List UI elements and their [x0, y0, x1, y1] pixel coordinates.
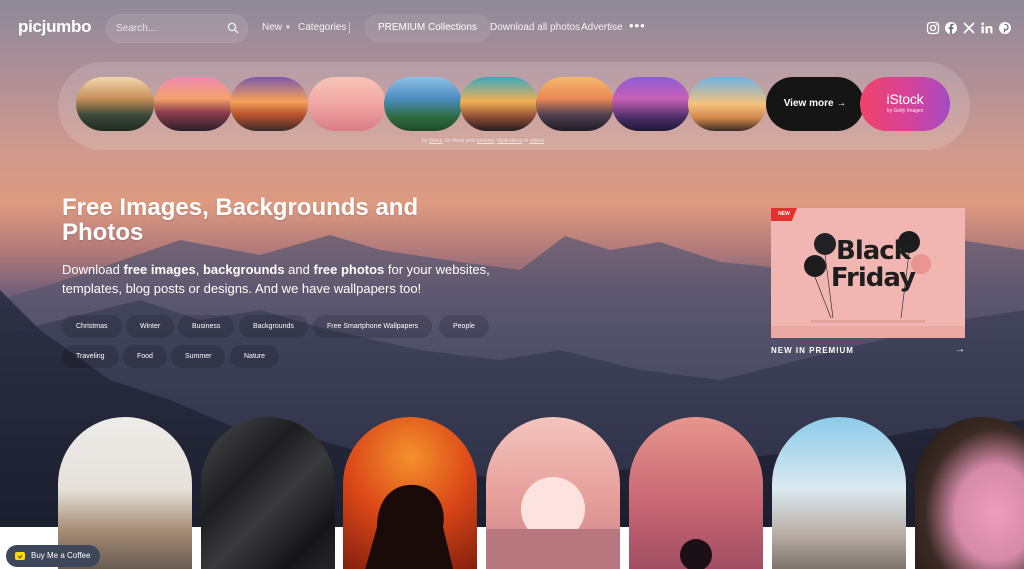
- coffee-cup-icon: [15, 552, 25, 560]
- nav-new-label: New: [262, 22, 283, 33]
- caret-down-icon: ▼: [285, 25, 291, 31]
- hero-desc-text: Download: [62, 262, 124, 277]
- credit-illustrations-link[interactable]: illustrations: [497, 138, 522, 144]
- collection-thumbnail[interactable]: [308, 77, 386, 131]
- collection-thumbnail[interactable]: [612, 77, 690, 131]
- credit-istock-link[interactable]: iStock: [429, 138, 443, 144]
- hero-description: Download free images, backgrounds and fr…: [62, 260, 522, 298]
- tag-nature[interactable]: Nature: [230, 345, 280, 368]
- gallery-photo-dark-abstract[interactable]: [201, 417, 335, 569]
- instagram-icon[interactable]: [926, 21, 940, 35]
- nav-premium-collections[interactable]: PREMIUM Collections: [364, 14, 491, 42]
- collection-thumbnail[interactable]: [230, 77, 308, 131]
- facebook-icon[interactable]: [944, 21, 958, 35]
- gallery-photo-airplane-window[interactable]: [915, 417, 1024, 569]
- hero-desc-text: and: [284, 262, 314, 277]
- collection-thumbnail[interactable]: [460, 77, 538, 131]
- arrow-right-icon[interactable]: →: [955, 344, 965, 355]
- tag-free-smartphone-wallpapers[interactable]: Free Smartphone Wallpapers: [313, 315, 433, 338]
- collection-thumbnail[interactable]: [154, 77, 232, 131]
- tag-food[interactable]: Food: [123, 345, 167, 368]
- site-logo[interactable]: picjumbo: [18, 17, 91, 37]
- search-icon[interactable]: [227, 22, 239, 34]
- search-bar[interactable]: [106, 14, 248, 43]
- portrait-shape: [680, 539, 712, 569]
- hero-title: Free Images, Backgrounds and Photos: [62, 194, 419, 246]
- collection-thumbnail[interactable]: [536, 77, 614, 131]
- tag-christmas[interactable]: Christmas: [62, 315, 122, 338]
- hero-desc-text: ,: [195, 262, 203, 277]
- tag-backgrounds[interactable]: Backgrounds: [239, 315, 308, 338]
- tag-winter[interactable]: Winter: [126, 315, 175, 338]
- more-horizontal-icon[interactable]: •••: [629, 18, 646, 33]
- gallery-photo-venice[interactable]: [772, 417, 906, 569]
- nav-new[interactable]: New ▼: [262, 22, 291, 33]
- istock-button[interactable]: iStock by Getty Images: [860, 77, 950, 131]
- istock-logo: iStock: [886, 91, 924, 107]
- gallery-photo-silhouette[interactable]: [343, 417, 477, 569]
- hero-desc-bold: free photos: [313, 262, 385, 277]
- credit-prefix: by: [422, 138, 429, 144]
- nav-divider: [349, 22, 350, 34]
- view-more-button[interactable]: View more →: [766, 77, 864, 131]
- collection-thumbnail[interactable]: [384, 77, 462, 131]
- buy-me-a-coffee-label: Buy Me a Coffee: [31, 551, 91, 560]
- sun-shape: [486, 477, 620, 569]
- tag-people[interactable]: People: [439, 315, 489, 338]
- istock-credit: by iStock, for those pros pictures, illu…: [422, 138, 544, 144]
- site-header: picjumbo New▼ Categories PREMIUM Collect…: [0, 0, 1024, 56]
- buy-me-a-coffee-button[interactable]: Buy Me a Coffee: [6, 545, 101, 567]
- pinterest-icon[interactable]: [998, 21, 1012, 35]
- credit-videos-link[interactable]: videos: [530, 138, 544, 144]
- premium-collections-strip: View more → iStock by Getty Images: [58, 62, 970, 150]
- collection-thumbnail[interactable]: [688, 77, 766, 131]
- collection-thumbnail[interactable]: [76, 77, 154, 131]
- istock-subtitle: by Getty Images: [886, 108, 924, 114]
- tag-summer[interactable]: Summer: [171, 345, 226, 368]
- tag-business[interactable]: Business: [178, 315, 235, 338]
- premium-card-image[interactable]: NEW Black Friday: [771, 208, 965, 338]
- nav-advertise[interactable]: Advertise: [581, 22, 623, 33]
- x-icon[interactable]: [962, 21, 976, 35]
- credit-middle: , for those pros: [442, 138, 478, 144]
- nav-download-all[interactable]: Download all photos: [490, 22, 580, 33]
- gallery-photo-pink-portrait[interactable]: [629, 417, 763, 569]
- credit-or: or: [522, 138, 530, 144]
- black-friday-text: Black Friday: [830, 236, 916, 293]
- credit-pictures-link[interactable]: pictures: [477, 138, 495, 144]
- nav-categories[interactable]: Categories: [298, 22, 346, 33]
- new-in-premium-label[interactable]: NEW IN PREMIUM: [771, 346, 854, 355]
- silhouette-shape: [365, 484, 454, 569]
- tag-traveling[interactable]: Traveling: [62, 345, 119, 368]
- hero-desc-bold: backgrounds: [202, 262, 285, 277]
- search-input[interactable]: [116, 20, 222, 37]
- linkedin-icon[interactable]: [980, 21, 994, 35]
- hero-desc-bold: free images: [123, 262, 196, 277]
- gallery-photo-sunset-sea[interactable]: [486, 417, 620, 569]
